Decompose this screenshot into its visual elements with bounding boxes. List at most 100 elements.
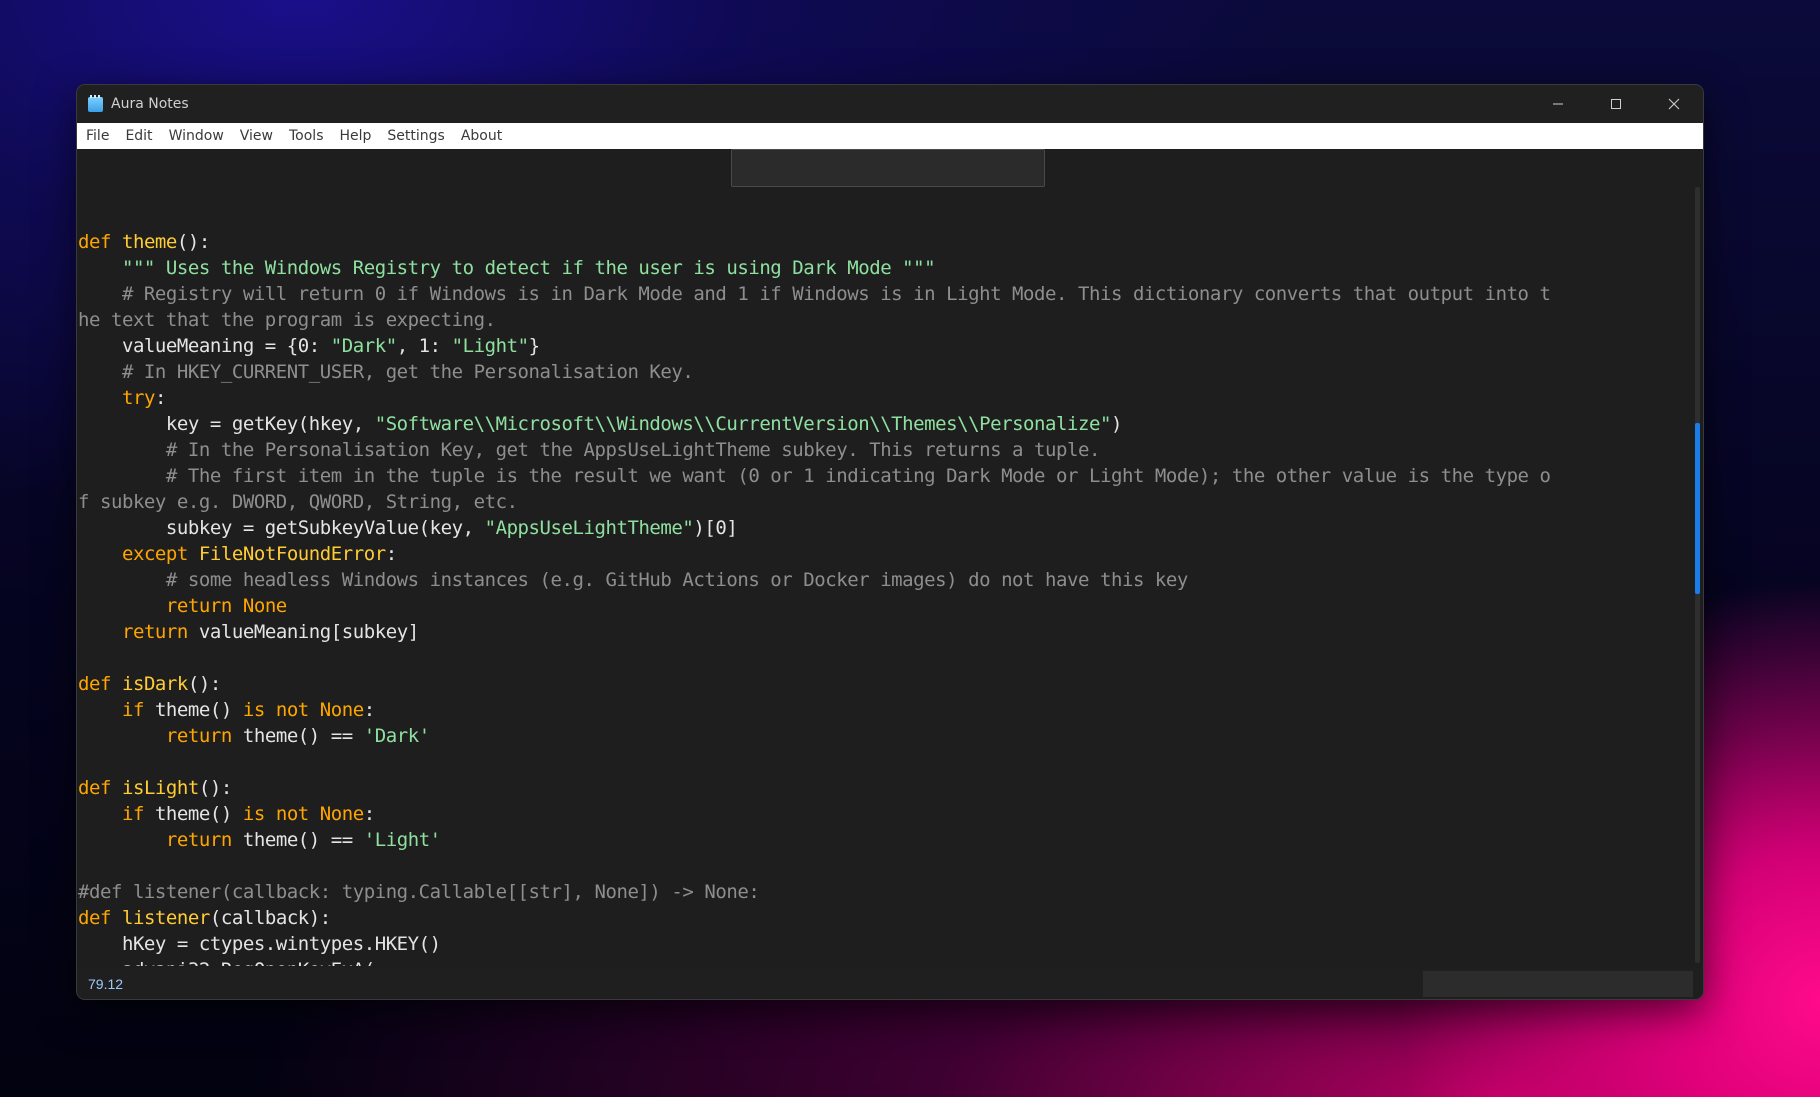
code-token: hKey = ctypes.wintypes.HKEY() [78,933,441,955]
code-line: if theme() is not None: [78,801,1682,827]
code-token: return [121,621,199,643]
code-token: "Light" [451,335,529,357]
code-token: if [121,699,155,721]
code-token: he text that the program is expecting. [78,309,496,331]
code-token: (): [176,231,210,253]
code-token: theme [121,231,177,253]
code-token: : [363,803,375,825]
code-token: listener [121,907,210,929]
code-token: advapi32.RegOpenKeyExA( [78,959,375,966]
code-token: isDark [121,673,188,695]
code-line: def theme(): [78,229,1682,255]
code-token: theme() == [242,829,364,851]
menu-help[interactable]: Help [332,123,380,149]
code-token: """ Uses the Windows Registry to detect … [78,257,936,279]
code-token: return [165,725,243,747]
code-token: : [154,387,166,409]
code-token: def [78,673,122,695]
code-token: return [165,829,243,851]
close-button[interactable] [1645,85,1703,123]
code-token: is not None [242,803,364,825]
code-token: ) [1110,413,1122,435]
find-input[interactable] [731,149,1045,187]
code-line: return theme() == 'Light' [78,827,1682,853]
code-token: except [121,543,199,565]
menu-settings[interactable]: Settings [379,123,452,149]
code-token: "Dark" [330,335,397,357]
code-token: try [121,387,155,409]
app-window: Aura Notes File Edit Window View Tools H… [76,84,1704,1000]
menu-about[interactable]: About [453,123,510,149]
code-token: is not None [242,699,364,721]
close-icon [1668,98,1680,110]
code-line: def listener(callback): [78,905,1682,931]
code-token: "AppsUseLightTheme" [484,517,694,539]
menu-window[interactable]: Window [161,123,232,149]
code-token: #def listener(callback: typing.Callable[… [78,881,760,903]
code-editor[interactable]: def theme(): """ Uses the Windows Regist… [78,203,1682,966]
code-token: valueMeaning[subkey] [198,621,419,643]
code-token: def [78,231,122,253]
minimize-button[interactable] [1529,85,1587,123]
menu-bar: File Edit Window View Tools Help Setting… [77,123,1703,149]
zoom-status: 79.12 [88,976,124,992]
code-token: valueMeaning = {0: [78,335,331,357]
code-line: key = getKey(hkey, "Software\\Microsoft\… [78,411,1682,437]
code-token: key = getKey(hkey, [78,413,375,435]
code-token: isLight [121,777,199,799]
code-line: return valueMeaning[subkey] [78,619,1682,645]
vertical-scrollbar-thumb[interactable] [1695,423,1700,594]
code-token: # Registry will return 0 if Windows is i… [78,283,1551,305]
code-line: # The first item in the tuple is the res… [78,463,1682,489]
code-token: def [78,907,122,929]
code-line: def isLight(): [78,775,1682,801]
code-token: FileNotFoundError [198,543,386,565]
code-token: 'Light' [363,829,441,851]
code-line: return None [78,593,1682,619]
code-token: theme() [154,699,243,721]
menu-edit[interactable]: Edit [117,123,160,149]
code-line: return theme() == 'Dark' [78,723,1682,749]
horizontal-scrollbar[interactable] [1423,971,1693,997]
code-line: #def listener(callback: typing.Callable[… [78,879,1682,905]
menu-tools[interactable]: Tools [281,123,332,149]
code-line: f subkey e.g. DWORD, QWORD, String, etc. [78,489,1682,515]
code-line: """ Uses the Windows Registry to detect … [78,255,1682,281]
code-token: return None [165,595,287,617]
code-line: subkey = getSubkeyValue(key, "AppsUseLig… [78,515,1682,541]
code-token: (): [198,777,232,799]
code-token: , 1: [396,335,452,357]
window-title: Aura Notes [111,96,189,112]
code-line: if theme() is not None: [78,697,1682,723]
menu-view[interactable]: View [232,123,281,149]
code-line: hKey = ctypes.wintypes.HKEY() [78,931,1682,957]
code-token: # In the Personalisation Key, get the Ap… [78,439,1101,461]
code-line: try: [78,385,1682,411]
code-line: # some headless Windows instances (e.g. … [78,567,1682,593]
code-token: )[0] [693,517,738,539]
code-line: # Registry will return 0 if Windows is i… [78,281,1682,307]
code-token: f subkey e.g. DWORD, QWORD, String, etc. [78,491,518,513]
code-token: : [363,699,375,721]
notepad-icon [88,94,103,112]
minimize-icon [1553,103,1563,105]
code-line: # In HKEY_CURRENT_USER, get the Personal… [78,359,1682,385]
code-token: 'Dark' [363,725,430,747]
maximize-button[interactable] [1587,85,1645,123]
code-token: # The first item in the tuple is the res… [78,465,1551,487]
code-token: def [78,777,122,799]
menu-file[interactable]: File [77,123,117,149]
code-line: # In the Personalisation Key, get the Ap… [78,437,1682,463]
title-bar[interactable]: Aura Notes [77,85,1703,123]
window-controls [1529,85,1703,123]
status-bar: 79.12 [77,969,1703,999]
code-token: (): [187,673,221,695]
